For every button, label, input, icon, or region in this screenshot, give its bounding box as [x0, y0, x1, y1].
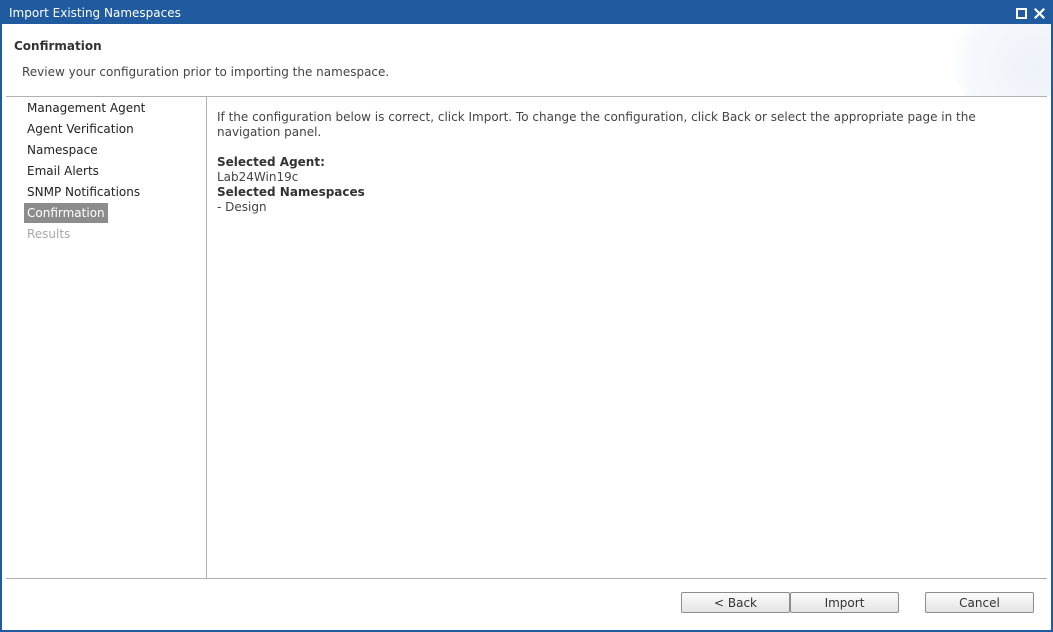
footer-divider — [6, 578, 1047, 579]
header-decoration — [951, 24, 1051, 96]
selected-agent-label: Selected Agent: — [217, 155, 325, 169]
nav-item-snmp-notifications[interactable]: SNMP Notifications — [24, 182, 143, 202]
maximize-icon[interactable] — [1013, 5, 1029, 21]
selected-namespaces-label: Selected Namespaces — [217, 185, 365, 199]
navigation-panel: Management Agent Agent Verification Name… — [6, 97, 207, 578]
window-title: Import Existing Namespaces — [9, 6, 181, 20]
import-button[interactable]: Import — [790, 592, 899, 613]
title-bar[interactable]: Import Existing Namespaces — [2, 2, 1051, 24]
close-icon[interactable] — [1031, 5, 1047, 21]
nav-item-agent-verification[interactable]: Agent Verification — [24, 119, 137, 139]
selected-namespace-item: - Design — [217, 200, 267, 214]
page-title: Confirmation — [14, 39, 102, 53]
dialog-window: Import Existing Namespaces Confirmation … — [0, 0, 1053, 632]
page-header: Confirmation Review your configuration p… — [2, 24, 1051, 96]
selected-agent-value: Lab24Win19c — [217, 170, 299, 184]
confirmation-content: If the configuration below is correct, c… — [217, 110, 1017, 215]
nav-item-email-alerts[interactable]: Email Alerts — [24, 161, 102, 181]
page-subtitle: Review your configuration prior to impor… — [22, 65, 390, 79]
nav-item-management-agent[interactable]: Management Agent — [24, 98, 148, 118]
cancel-button[interactable]: Cancel — [925, 592, 1034, 613]
back-button[interactable]: < Back — [681, 592, 790, 613]
instructions-text: If the configuration below is correct, c… — [217, 110, 976, 139]
nav-item-results: Results — [27, 227, 71, 241]
nav-item-namespace[interactable]: Namespace — [24, 140, 101, 160]
nav-item-confirmation[interactable]: Confirmation — [24, 203, 108, 223]
